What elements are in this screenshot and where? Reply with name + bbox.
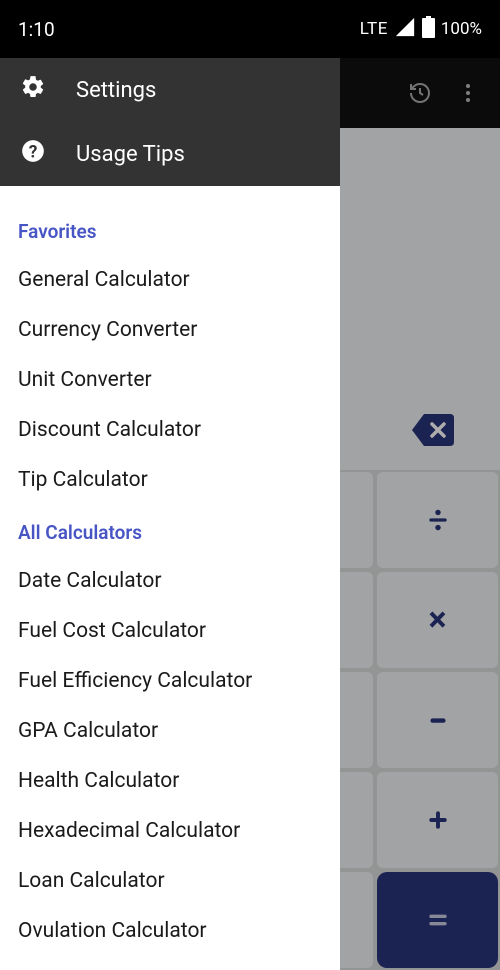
fav-currency-converter[interactable]: Currency Converter bbox=[0, 305, 340, 355]
status-right: LTE 100% bbox=[360, 16, 482, 43]
help-icon: ? bbox=[20, 138, 46, 170]
fav-tip-calculator[interactable]: Tip Calculator bbox=[0, 455, 340, 505]
all-fuel-cost-calculator[interactable]: Fuel Cost Calculator bbox=[0, 606, 340, 656]
drawer-settings-label: Settings bbox=[76, 78, 156, 103]
drawer-usage-tips[interactable]: ? Usage Tips bbox=[0, 122, 340, 186]
gear-icon bbox=[20, 74, 46, 106]
all-gpa-calculator[interactable]: GPA Calculator bbox=[0, 706, 340, 756]
drawer-body: Favorites General Calculator Currency Co… bbox=[0, 186, 340, 956]
all-ovulation-calculator[interactable]: Ovulation Calculator bbox=[0, 906, 340, 956]
fav-discount-calculator[interactable]: Discount Calculator bbox=[0, 405, 340, 455]
status-time: 1:10 bbox=[18, 18, 55, 41]
drawer-settings[interactable]: Settings bbox=[0, 58, 340, 122]
battery-icon bbox=[422, 16, 435, 43]
status-bar: 1:10 LTE 100% bbox=[0, 0, 500, 58]
all-loan-calculator[interactable]: Loan Calculator bbox=[0, 856, 340, 906]
all-date-calculator[interactable]: Date Calculator bbox=[0, 556, 340, 606]
fav-general-calculator[interactable]: General Calculator bbox=[0, 255, 340, 305]
all-hexadecimal-calculator[interactable]: Hexadecimal Calculator bbox=[0, 806, 340, 856]
nav-drawer: Settings ? Usage Tips Favorites General … bbox=[0, 58, 340, 970]
drawer-top: Settings ? Usage Tips bbox=[0, 58, 340, 186]
drawer-usage-tips-label: Usage Tips bbox=[76, 142, 185, 167]
fav-unit-converter[interactable]: Unit Converter bbox=[0, 355, 340, 405]
svg-text:?: ? bbox=[29, 143, 38, 163]
all-health-calculator[interactable]: Health Calculator bbox=[0, 756, 340, 806]
battery-percent: 100% bbox=[441, 19, 482, 39]
lte-label: LTE bbox=[360, 19, 388, 39]
favorites-header: Favorites bbox=[0, 204, 340, 255]
drawer-scrim[interactable] bbox=[340, 58, 500, 970]
signal-icon bbox=[394, 16, 416, 43]
all-calculators-header: All Calculators bbox=[0, 505, 340, 556]
all-fuel-efficiency-calculator[interactable]: Fuel Efficiency Calculator bbox=[0, 656, 340, 706]
